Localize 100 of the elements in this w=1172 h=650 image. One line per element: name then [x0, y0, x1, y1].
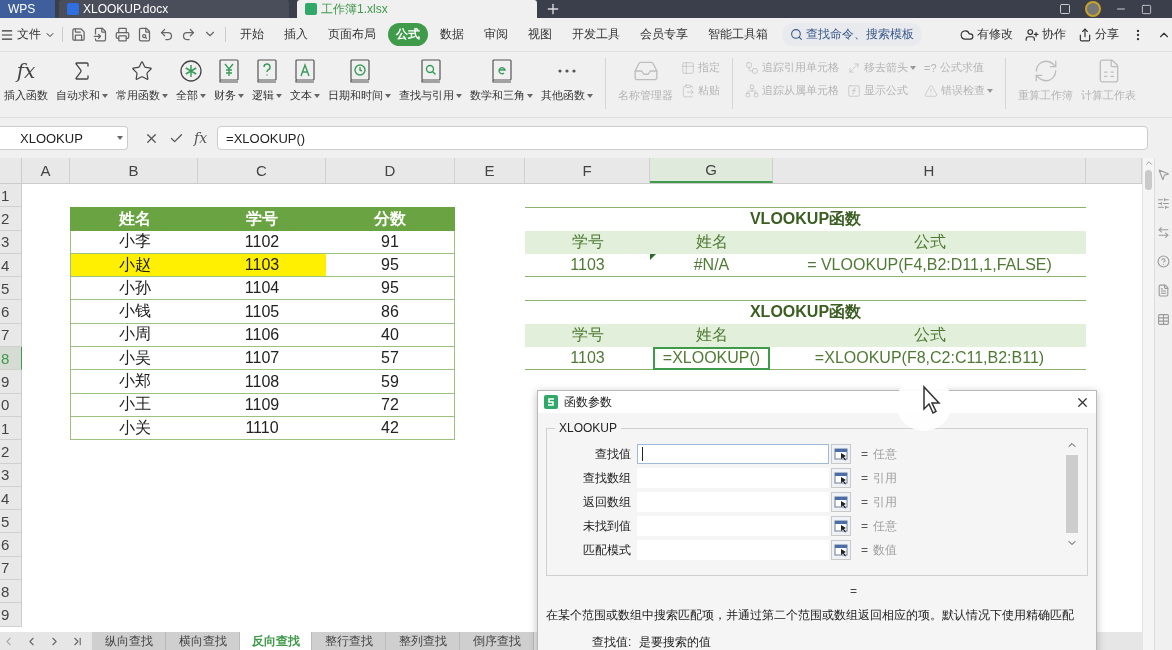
- table-cell: 小钱: [70, 300, 198, 324]
- pointer-icon[interactable]: [1157, 168, 1170, 181]
- table-icon[interactable]: [1157, 313, 1170, 326]
- formula-result: =: [850, 584, 857, 598]
- function-button[interactable]: 文本: [286, 58, 324, 117]
- function-button[interactable]: fx 插入函数: [0, 58, 52, 117]
- undo-icon[interactable]: [159, 27, 174, 42]
- row-header[interactable]: 3: [0, 230, 22, 254]
- row-header[interactable]: 7: [0, 556, 22, 581]
- search-field[interactable]: 查找命令、搜索模板: [782, 23, 922, 46]
- preview-icon[interactable]: [137, 27, 152, 42]
- ribbon-tab[interactable]: 数据: [432, 23, 472, 46]
- document-tab[interactable]: XLOOKUP.docx: [59, 0, 289, 18]
- argument-field[interactable]: [637, 444, 829, 464]
- document-icon[interactable]: [1157, 284, 1170, 297]
- row-header[interactable]: 4: [0, 253, 22, 278]
- ribbon-tab[interactable]: 插入: [276, 23, 316, 46]
- search-book-icon: [419, 59, 442, 83]
- help-icon[interactable]: [1157, 255, 1170, 268]
- column-header[interactable]: H: [773, 158, 1086, 183]
- equals-sign: =: [861, 543, 868, 557]
- name-box[interactable]: XLOOKUP: [0, 126, 128, 150]
- argument-label: 返回数组: [582, 493, 632, 511]
- function-button[interactable]: 其他函数: [537, 58, 597, 117]
- table-cell: 40: [326, 323, 455, 348]
- insert-function-button[interactable]: fx: [194, 130, 208, 146]
- scroll-thumb[interactable]: [1145, 170, 1152, 190]
- function-button[interactable]: 数学和三角: [466, 58, 537, 117]
- column-header[interactable]: E: [455, 158, 525, 183]
- table-cell-text: #N/A: [693, 255, 730, 276]
- ribbon-tab[interactable]: 会员专享: [632, 23, 696, 46]
- sheet-tab[interactable]: 纵向查找: [92, 632, 166, 650]
- sheet-tab[interactable]: 整列查找: [386, 632, 460, 650]
- range-select-button[interactable]: [831, 444, 851, 464]
- sheet-tab[interactable]: 整行查找: [312, 632, 386, 650]
- export-icon[interactable]: [93, 27, 108, 42]
- argument-help-label: 查找值:: [592, 634, 632, 650]
- ribbon-tab[interactable]: 视图: [520, 23, 560, 46]
- window-icon[interactable]: [1059, 3, 1071, 15]
- avatar[interactable]: [1085, 1, 1101, 17]
- sheet-tab[interactable]: 倒序查找: [460, 632, 534, 650]
- row-header[interactable]: 1: [0, 416, 22, 441]
- column-header[interactable]: C: [198, 158, 326, 183]
- changes-button[interactable]: 有修改: [960, 26, 1013, 43]
- row-header[interactable]: 1: [0, 184, 22, 208]
- share-button[interactable]: 分享: [1078, 26, 1119, 43]
- row-header[interactable]: 6: [0, 533, 22, 557]
- document-icon: [67, 3, 79, 15]
- row-header[interactable]: 8: [0, 580, 22, 604]
- file-menu[interactable]: 文件: [0, 26, 62, 43]
- formula-field[interactable]: =XLOOKUP(): [217, 126, 1148, 150]
- range-select-icon: [834, 543, 848, 557]
- sheet-tab[interactable]: 反向查找: [240, 632, 312, 650]
- function-button[interactable]: 查找与引用: [395, 58, 466, 117]
- function-button[interactable]: 常用函数: [112, 58, 172, 117]
- save-icon[interactable]: [71, 27, 86, 42]
- new-tab-icon[interactable]: [545, 1, 561, 17]
- ribbon-tab[interactable]: 开发工具: [564, 23, 628, 46]
- print-icon[interactable]: [115, 27, 130, 42]
- column-header[interactable]: D: [326, 158, 455, 183]
- range-select-button[interactable]: [831, 492, 851, 512]
- row-header[interactable]: 2: [0, 440, 22, 464]
- function-button[interactable]: 财务: [210, 58, 248, 117]
- row-header[interactable]: 7: [0, 323, 22, 348]
- ribbon-tab[interactable]: 开始: [232, 23, 272, 46]
- scroll-up-icon[interactable]: [1143, 158, 1154, 168]
- redo-icon[interactable]: [181, 27, 196, 42]
- function-button[interactable]: 自动求和: [52, 58, 112, 117]
- column-header[interactable]: A: [22, 158, 70, 183]
- range-select-button[interactable]: [831, 540, 851, 560]
- column-header[interactable]: G: [650, 158, 773, 183]
- ribbon-tab[interactable]: 智能工具箱: [700, 23, 776, 46]
- row-header[interactable]: 0: [0, 393, 22, 417]
- sheet-tab[interactable]: 横向查找: [166, 632, 240, 650]
- maximize-icon[interactable]: [1141, 3, 1152, 15]
- collaborate-button[interactable]: 协作: [1025, 26, 1066, 43]
- ribbon-tab[interactable]: 公式: [388, 23, 428, 46]
- ribbon-tab[interactable]: 页面布局: [320, 23, 384, 46]
- range-select-button[interactable]: [831, 516, 851, 536]
- row-header[interactable]: 9: [0, 603, 22, 627]
- row-header[interactable]: 6: [0, 300, 22, 324]
- function-button[interactable]: 逻辑: [248, 58, 286, 117]
- argument-type: 引用: [873, 469, 897, 487]
- row-header[interactable]: 3: [0, 463, 22, 487]
- row-header[interactable]: 4: [0, 486, 22, 511]
- function-button[interactable]: 日期和时间: [324, 58, 395, 117]
- column-header[interactable]: B: [70, 158, 198, 183]
- swap-icon[interactable]: [1157, 226, 1170, 239]
- row-header[interactable]: 2: [0, 207, 22, 231]
- row-header[interactable]: 9: [0, 370, 22, 394]
- row-header[interactable]: 5: [0, 277, 22, 301]
- table-cell: 1103: [198, 253, 326, 278]
- range-select-button[interactable]: [831, 468, 851, 488]
- row-header[interactable]: 5: [0, 510, 22, 534]
- ribbon-tab[interactable]: 审阅: [476, 23, 516, 46]
- sliders-icon[interactable]: [1157, 197, 1170, 210]
- function-button[interactable]: 全部: [172, 58, 210, 117]
- document-tab[interactable]: WPS: [0, 0, 55, 18]
- scrollbar[interactable]: [1142, 158, 1154, 650]
- table-header-cell: 学号: [525, 230, 650, 254]
